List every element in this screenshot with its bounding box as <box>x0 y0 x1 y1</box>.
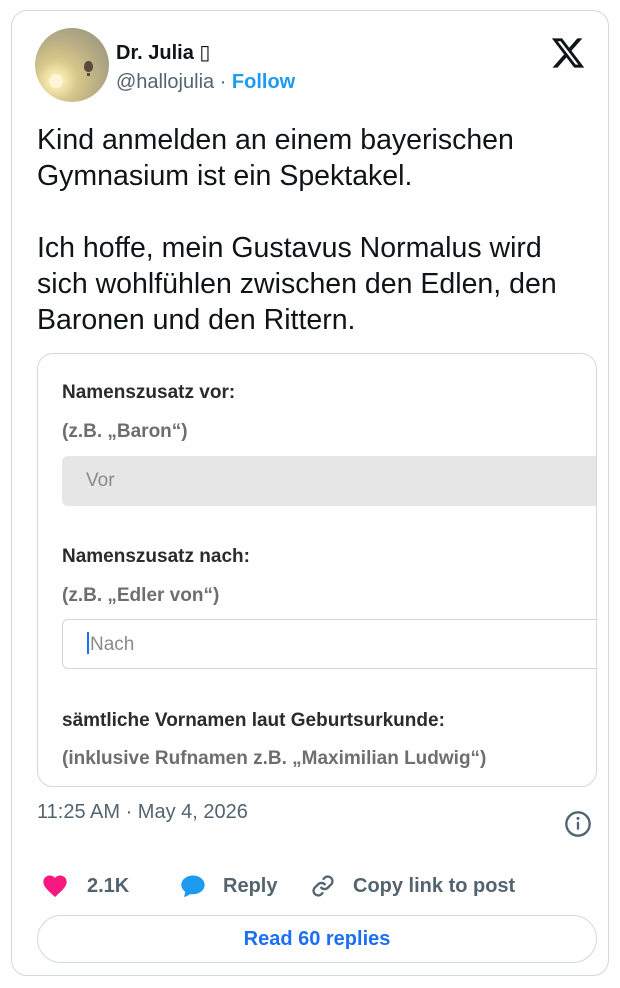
timestamp[interactable]: 11:25 AM · May 4, 2026 <box>37 801 248 824</box>
author-name[interactable]: Dr. Julia ▯ <box>116 40 210 65</box>
copy-link-label: Copy link to post <box>353 874 516 897</box>
link-icon <box>312 875 334 897</box>
post-card: Dr. Julia ▯ @hallojulia · Follow Kind an… <box>11 10 609 976</box>
info-icon[interactable] <box>564 810 592 838</box>
prefix-label: Namenszusatz vor: <box>62 382 236 403</box>
reply-bubble-icon <box>181 875 205 897</box>
author-handle[interactable]: @hallojulia <box>116 71 214 93</box>
suffix-field: Nach <box>62 619 596 669</box>
text-caret <box>87 632 89 655</box>
like-count: 2.1K <box>87 874 130 897</box>
follow-button[interactable]: Follow <box>232 71 295 93</box>
reply-label: Reply <box>223 874 278 897</box>
prefix-field: Vor <box>62 456 596 506</box>
copy-link-button[interactable]: Copy link to post <box>309 871 515 901</box>
suffix-label: Namenszusatz nach: <box>62 546 250 567</box>
prefix-hint: (z.B. „Baron“) <box>62 421 188 442</box>
separator: · <box>214 71 232 93</box>
avatar[interactable] <box>35 28 109 102</box>
read-replies-button[interactable]: Read 60 replies <box>37 915 597 963</box>
suffix-placeholder: Nach <box>90 634 135 655</box>
x-logo-icon[interactable] <box>550 35 586 71</box>
firstnames-label: sämtliche Vornamen laut Geburtsurkunde: <box>62 710 445 731</box>
avatar-balloon <box>84 61 93 76</box>
reply-button[interactable]: Reply <box>179 871 277 901</box>
like-button[interactable]: 2.1K <box>41 871 129 901</box>
heart-icon <box>43 875 67 897</box>
author-handle-line: @hallojulia · Follow <box>116 71 295 94</box>
attached-image[interactable]: Namenszusatz vor: (z.B. „Baron“) Vor Nam… <box>37 353 597 787</box>
firstnames-hint: (inklusive Rufnamen z.B. „Maximilian Lud… <box>62 748 487 769</box>
tweet-text: Kind anmelden an einem bayerischen Gymna… <box>37 124 557 336</box>
action-bar: 2.1K Reply Copy link to post <box>37 871 597 901</box>
suffix-hint: (z.B. „Edler von“) <box>62 585 220 606</box>
avatar-sun <box>49 74 63 88</box>
